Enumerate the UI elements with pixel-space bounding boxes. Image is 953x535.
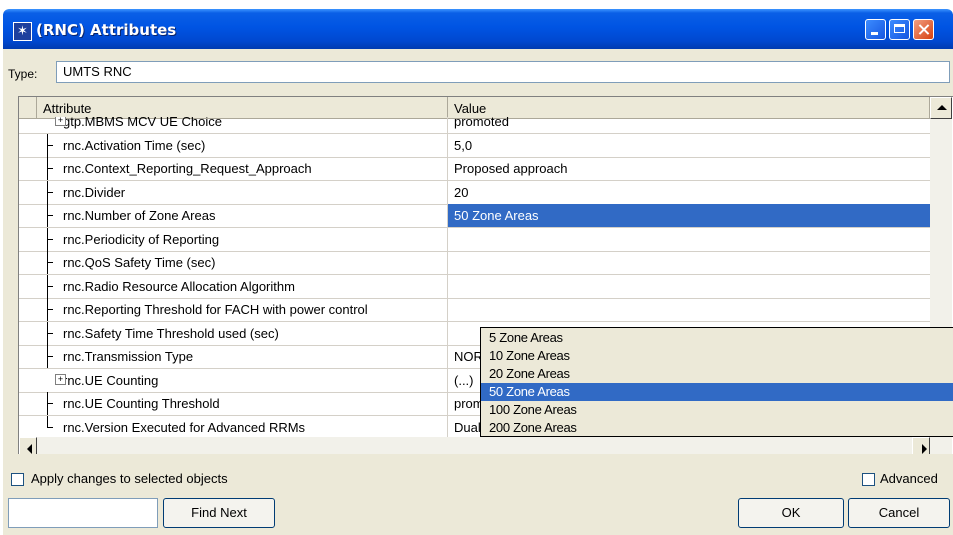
column-header-attribute[interactable]: Attribute (37, 97, 448, 119)
horizontal-scrollbar[interactable] (19, 437, 952, 454)
value-cell[interactable] (448, 228, 930, 251)
window-title: (RNC) Attributes (36, 21, 177, 39)
tree-connector (37, 415, 63, 438)
tree-connector (37, 298, 63, 321)
expand-plus-icon[interactable]: + (55, 373, 66, 385)
value-cell[interactable]: promoted (448, 117, 930, 133)
attributes-dialog: ✶ (RNC) Attributes Type: UMTS RNC Attrib… (3, 9, 953, 535)
star-icon: ✶ (13, 22, 32, 41)
attribute-name: rnc.Divider (63, 184, 126, 200)
tree-connector (37, 227, 63, 251)
find-input[interactable] (8, 498, 158, 528)
table-row[interactable]: rnc.Periodicity of Reporting (19, 227, 930, 252)
value-cell[interactable] (448, 275, 930, 298)
close-button[interactable] (913, 19, 934, 40)
attribute-name: rnc.Periodicity of Reporting (63, 231, 220, 247)
attribute-cell: rnc.Safety Time Threshold used (sec) (37, 321, 448, 345)
table-row[interactable]: rnc.Activation Time (sec) 5,0 (19, 133, 930, 158)
attribute-cell: rnc.Radio Resource Allocation Algorithm (37, 274, 448, 298)
advanced-label[interactable]: Advanced (880, 471, 938, 486)
arrow-left-icon (27, 444, 32, 454)
dropdown-option[interactable]: 20 Zone Areas (481, 365, 953, 383)
arrow-up-icon (937, 105, 947, 110)
attribute-cell: rnc.Periodicity of Reporting (37, 227, 448, 251)
dropdown-option[interactable]: 5 Zone Areas (481, 329, 953, 347)
value-cell[interactable] (448, 298, 930, 321)
tree-connector (37, 133, 63, 157)
table-row[interactable]: rnc.Number of Zone Areas 50 Zone Areas (19, 204, 930, 228)
table-row[interactable]: rnc.QoS Safety Time (sec) (19, 251, 930, 275)
selected-value-cell[interactable]: 50 Zone Areas (448, 204, 930, 227)
minimize-button[interactable] (865, 19, 886, 40)
advanced-checkbox[interactable] (862, 473, 875, 486)
scroll-left-button[interactable] (19, 437, 37, 454)
dropdown-option[interactable]: 10 Zone Areas (481, 347, 953, 365)
attribute-table: Attribute Value + gtp.MBMS MCV UE Choice p… (18, 96, 953, 454)
value-cell[interactable]: 5,0 (448, 134, 930, 157)
attribute-name: rnc.Safety Time Threshold used (sec) (63, 325, 279, 341)
value-cell[interactable] (448, 251, 930, 274)
attribute-cell: rnc.Version Executed for Advanced RRMs (37, 415, 448, 438)
table-row[interactable]: rnc.Divider 20 (19, 180, 930, 205)
dropdown-option[interactable]: 200 Zone Areas (481, 419, 953, 437)
ok-button[interactable]: OK (738, 498, 844, 528)
table-row[interactable]: rnc.Context_Reporting_Request_Approach Pr… (19, 157, 930, 181)
tree-connector (37, 251, 63, 274)
tree-connector (37, 345, 63, 368)
arrow-right-icon (922, 444, 927, 454)
attribute-cell: + rnc.UE Counting (37, 368, 448, 392)
table-row[interactable]: + gtp.MBMS MCV UE Choice promoted (19, 117, 930, 134)
attribute-cell: + gtp.MBMS MCV UE Choice (37, 117, 448, 133)
tree-connector (37, 204, 63, 227)
tree-connector (37, 180, 63, 204)
cancel-button[interactable]: Cancel (848, 498, 950, 528)
attribute-cell: rnc.Divider (37, 180, 448, 204)
table-row[interactable]: rnc.Reporting Threshold for FACH with po… (19, 298, 930, 322)
tree-connector (37, 274, 63, 298)
attribute-cell: rnc.Context_Reporting_Request_Approach (37, 157, 448, 180)
type-field[interactable]: UMTS RNC (56, 61, 950, 83)
attribute-name: rnc.Activation Time (sec) (63, 137, 206, 153)
attribute-name: rnc.Version Executed for Advanced RRMs (63, 419, 306, 435)
tree-connector (37, 392, 63, 415)
attribute-name: rnc.Number of Zone Areas (63, 208, 216, 223)
title-bar[interactable]: ✶ (RNC) Attributes (3, 9, 953, 49)
dropdown-option[interactable]: 100 Zone Areas (481, 401, 953, 419)
scroll-right-button[interactable] (912, 437, 930, 454)
attribute-name: rnc.UE Counting (63, 372, 159, 388)
tree-connector (37, 157, 63, 180)
value-cell[interactable]: 20 (448, 181, 930, 204)
attribute-cell: rnc.Transmission Type (37, 345, 448, 368)
table-row[interactable]: rnc.Radio Resource Allocation Algorithm (19, 274, 930, 299)
attribute-name: rnc.Transmission Type (63, 349, 194, 364)
zone-areas-dropdown-list[interactable]: 5 Zone Areas 10 Zone Areas 20 Zone Areas 50… (480, 327, 953, 437)
attribute-name: rnc.Context_Reporting_Request_Approach (63, 161, 312, 176)
header-stub (19, 97, 37, 119)
apply-changes-checkbox[interactable] (11, 473, 24, 486)
attribute-cell: rnc.Number of Zone Areas (37, 204, 448, 227)
attribute-name: rnc.Reporting Threshold for FACH with po… (63, 302, 368, 317)
attribute-cell: rnc.UE Counting Threshold (37, 392, 448, 415)
attribute-cell: rnc.QoS Safety Time (sec) (37, 251, 448, 274)
attribute-name: rnc.Radio Resource Allocation Algorithm (63, 278, 295, 294)
dropdown-option[interactable]: 50 Zone Areas (481, 383, 953, 401)
tree-connector (37, 321, 63, 345)
attribute-name: gtp.MBMS MCV UE Choice (63, 117, 222, 129)
attribute-cell: rnc.Reporting Threshold for FACH with po… (37, 298, 448, 321)
attribute-name: rnc.QoS Safety Time (sec) (63, 255, 216, 270)
type-label: Type: (8, 67, 38, 81)
apply-changes-label[interactable]: Apply changes to selected objects (31, 471, 228, 486)
expand-plus-icon[interactable]: + (55, 117, 66, 126)
attribute-cell: rnc.Activation Time (sec) (37, 133, 448, 157)
attribute-name: rnc.UE Counting Threshold (63, 396, 220, 411)
maximize-button[interactable] (889, 19, 910, 40)
column-header-value[interactable]: Value (448, 97, 930, 119)
find-next-button[interactable]: Find Next (163, 498, 275, 528)
scroll-up-button[interactable] (930, 97, 952, 119)
value-cell[interactable]: Proposed approach (448, 157, 930, 180)
